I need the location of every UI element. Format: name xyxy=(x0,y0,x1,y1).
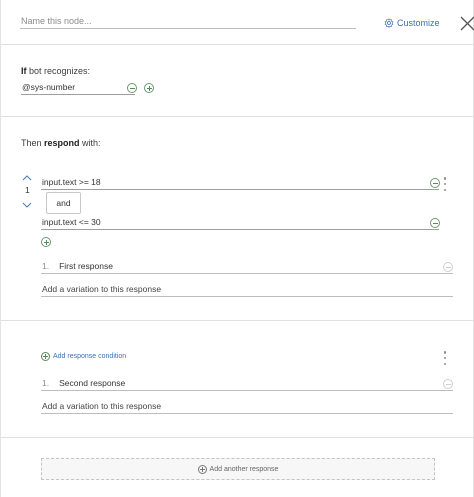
response-section: Then respond with: 1 input.text >= 18 an… xyxy=(1,118,474,321)
response-text-input[interactable]: 1. Second response xyxy=(41,377,453,391)
add-response-section: Add another response xyxy=(1,439,474,497)
customize-label: Customize xyxy=(397,18,440,28)
response-condition-input-2[interactable]: input.text <= 30 xyxy=(41,216,439,230)
chevron-up-icon[interactable] xyxy=(22,174,32,181)
response-section-2: Add response condition 1. Second response… xyxy=(1,322,474,438)
node-header: Customize xyxy=(1,0,474,45)
remove-response-icon[interactable] xyxy=(443,262,453,272)
if-label: If bot recognizes: xyxy=(21,66,91,76)
add-condition-icon[interactable] xyxy=(144,83,154,93)
remove-condition-icon[interactable] xyxy=(127,83,137,93)
response-text: Second response xyxy=(59,378,126,388)
response-number: 1. xyxy=(42,261,50,271)
add-another-response-button[interactable]: Add another response xyxy=(41,458,435,480)
add-another-response-label: Add another response xyxy=(209,465,279,473)
condition-section: If bot recognizes: @sys-number xyxy=(1,46,474,117)
more-options-icon[interactable] xyxy=(443,351,447,365)
remove-condition-icon[interactable] xyxy=(430,178,440,188)
more-options-icon[interactable] xyxy=(443,177,447,191)
condition-input[interactable]: @sys-number xyxy=(21,81,135,95)
remove-condition-icon[interactable] xyxy=(430,218,440,228)
and-operator-button[interactable]: and xyxy=(46,192,81,214)
response-condition-input[interactable]: input.text >= 18 xyxy=(41,176,439,190)
variation-input[interactable]: Add a variation to this response xyxy=(41,283,453,297)
close-icon[interactable] xyxy=(459,15,474,31)
add-condition-icon[interactable] xyxy=(41,237,51,247)
variation-input[interactable]: Add a variation to this response xyxy=(41,400,453,414)
plus-circle-icon xyxy=(41,352,50,361)
response-number: 1. xyxy=(42,378,50,388)
response-text-input[interactable]: 1. First response xyxy=(41,260,453,274)
node-editor-panel: Customize If bot recognizes: @sys-number… xyxy=(0,0,474,497)
add-response-condition-label: Add response condition xyxy=(53,353,127,360)
gear-icon xyxy=(384,18,394,28)
node-name-input[interactable] xyxy=(20,13,356,29)
chevron-down-icon[interactable] xyxy=(22,202,32,209)
remove-response-icon[interactable] xyxy=(443,379,453,389)
customize-button[interactable]: Customize xyxy=(384,16,440,30)
response-text: First response xyxy=(59,261,113,271)
response-order: 1 xyxy=(25,185,30,195)
add-response-condition-button[interactable]: Add response condition xyxy=(41,352,126,361)
then-label: Then respond with: xyxy=(21,138,101,148)
plus-circle-icon xyxy=(197,464,207,474)
